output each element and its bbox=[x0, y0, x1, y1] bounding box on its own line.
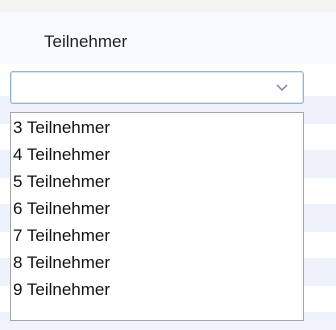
column-header-teilnehmer: Teilnehmer bbox=[44, 32, 128, 51]
option-4-teilnehmer[interactable]: 4 Teilnehmer bbox=[11, 142, 303, 168]
column-header-row: Teilnehmer bbox=[0, 12, 336, 64]
option-3-teilnehmer[interactable]: 3 Teilnehmer bbox=[11, 115, 303, 141]
option-7-teilnehmer[interactable]: 7 Teilnehmer bbox=[11, 223, 303, 249]
participants-dropdown-list: 3 Teilnehmer 4 Teilnehmer 5 Teilnehmer 6… bbox=[10, 112, 304, 321]
option-5-teilnehmer[interactable]: 5 Teilnehmer bbox=[11, 169, 303, 195]
option-6-teilnehmer[interactable]: 6 Teilnehmer bbox=[11, 196, 303, 222]
participants-select[interactable] bbox=[10, 71, 304, 104]
option-8-teilnehmer[interactable]: 8 Teilnehmer bbox=[11, 250, 303, 276]
option-9-teilnehmer[interactable]: 9 Teilnehmer bbox=[11, 277, 303, 303]
chevron-down-icon[interactable] bbox=[275, 80, 289, 94]
top-strip bbox=[0, 0, 336, 12]
bottom-strip bbox=[0, 322, 336, 330]
